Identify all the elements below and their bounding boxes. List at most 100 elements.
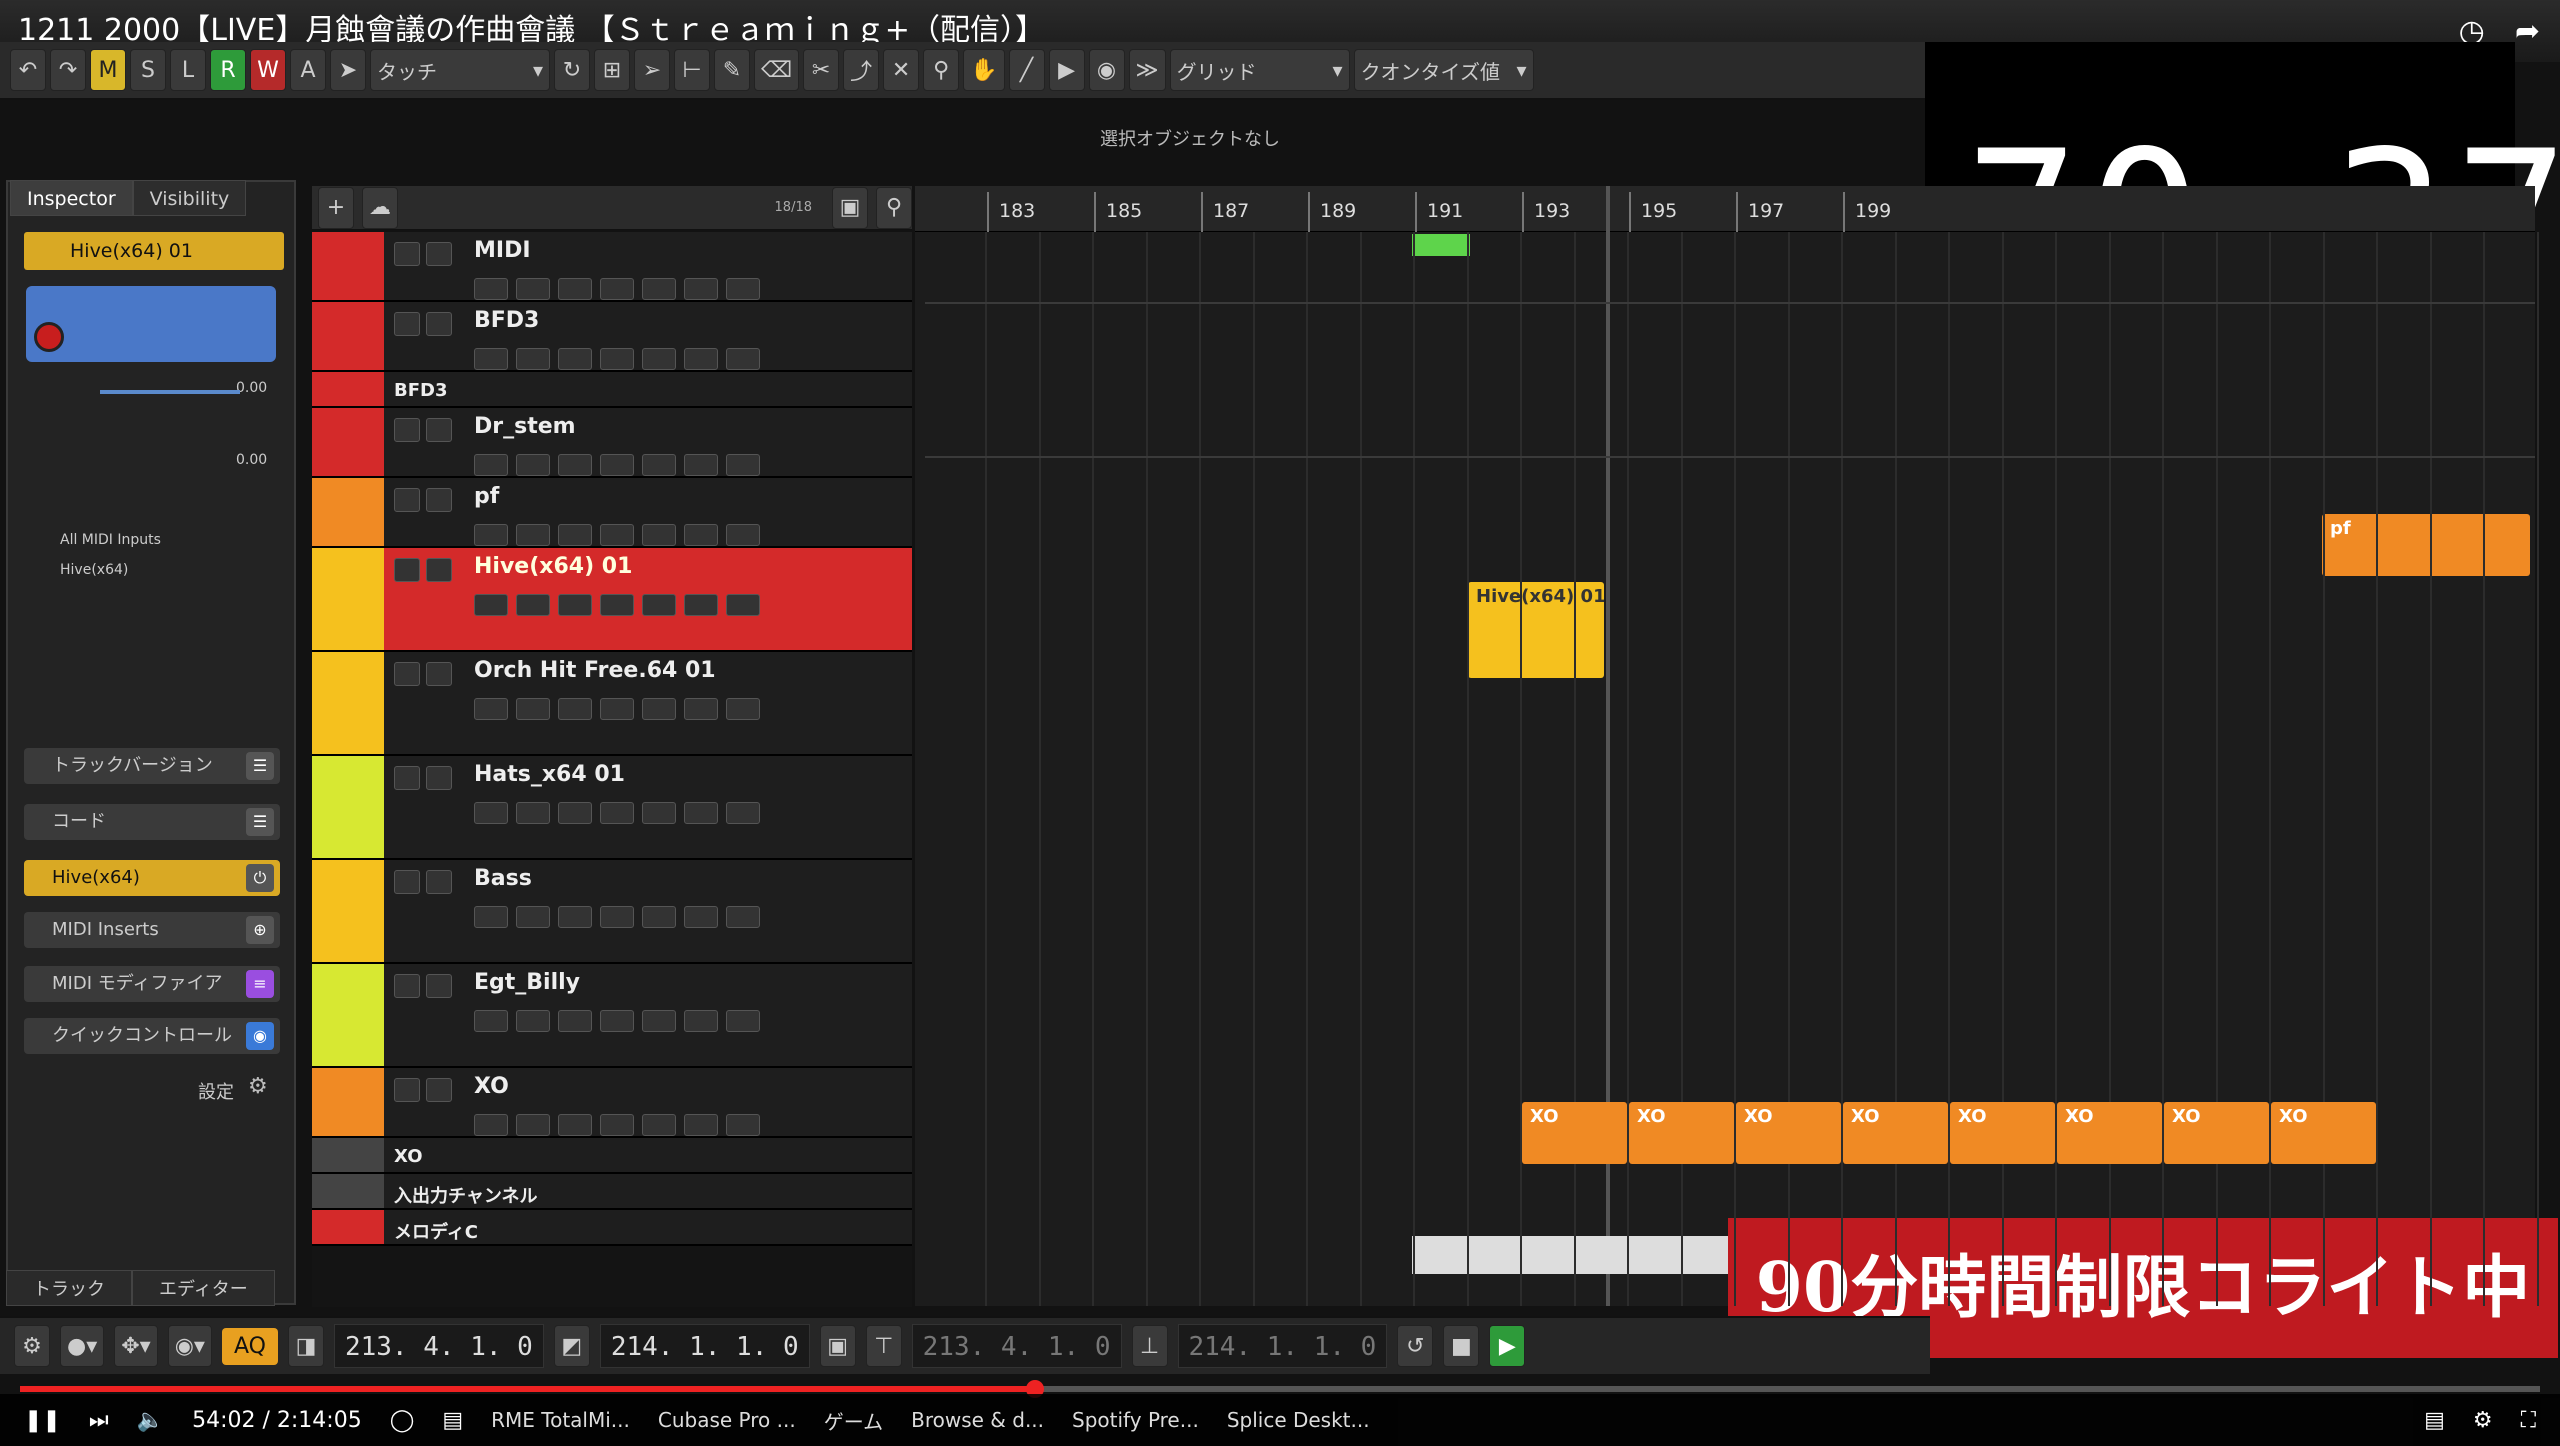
track-control-button[interactable] bbox=[474, 278, 508, 300]
right-locator-value[interactable]: 214. 1. 1. 0 bbox=[599, 1324, 810, 1368]
track-name[interactable]: BFD3 bbox=[474, 308, 539, 333]
track-control-button[interactable] bbox=[642, 802, 676, 824]
track-control-button[interactable] bbox=[558, 524, 592, 546]
solo-button[interactable]: S bbox=[130, 49, 166, 91]
track-row[interactable]: Hats_x64 01 bbox=[312, 756, 912, 860]
solo-button[interactable] bbox=[426, 312, 452, 336]
cycle-mode-icon[interactable]: ✥▾ bbox=[114, 1325, 158, 1367]
track-name[interactable]: pf bbox=[474, 484, 499, 509]
track-control-button[interactable] bbox=[558, 906, 592, 928]
track-control-button[interactable] bbox=[684, 698, 718, 720]
mute-button[interactable] bbox=[394, 870, 420, 894]
track-control-button[interactable] bbox=[516, 524, 550, 546]
track-name[interactable]: MIDI bbox=[474, 238, 531, 263]
track-control-button[interactable] bbox=[600, 348, 634, 370]
track-control-button[interactable] bbox=[558, 278, 592, 300]
solo-button[interactable] bbox=[426, 1078, 452, 1102]
track-control-button[interactable] bbox=[642, 906, 676, 928]
glue-tool-icon[interactable]: ⤴ bbox=[843, 49, 880, 91]
left-locator-icon[interactable]: ◨ bbox=[287, 1325, 324, 1367]
track-row[interactable]: XO bbox=[312, 1138, 912, 1174]
track-control-button[interactable] bbox=[684, 1114, 718, 1136]
punch-out-value[interactable]: 214. 1. 1. 0 bbox=[1177, 1324, 1388, 1368]
track-control-button[interactable] bbox=[516, 906, 550, 928]
volume-slider[interactable] bbox=[100, 390, 240, 394]
settings-icon[interactable]: ⚙ bbox=[14, 1325, 50, 1367]
track-name[interactable]: Hats_x64 01 bbox=[474, 762, 625, 787]
record-mode-icon[interactable]: ●▾ bbox=[60, 1325, 105, 1367]
mute-button[interactable] bbox=[394, 312, 420, 336]
track-control-button[interactable] bbox=[642, 1010, 676, 1032]
quantize-mode-icon[interactable]: ◉▾ bbox=[167, 1325, 212, 1367]
track-row[interactable]: Dr_stem bbox=[312, 408, 912, 478]
cycle-marker[interactable] bbox=[1412, 234, 1470, 256]
mute-button[interactable] bbox=[394, 974, 420, 998]
mute-button[interactable] bbox=[394, 242, 420, 266]
event-xo[interactable]: XO bbox=[2164, 1102, 2269, 1164]
track-control-button[interactable] bbox=[474, 524, 508, 546]
sync-icon[interactable]: ↻ bbox=[554, 49, 590, 91]
track-control-button[interactable] bbox=[684, 524, 718, 546]
event-xo[interactable]: XO bbox=[2057, 1102, 2162, 1164]
search-icon[interactable]: ⚲ bbox=[876, 186, 912, 229]
line-tool-icon[interactable]: ╱ bbox=[1008, 49, 1045, 91]
range-tool-icon[interactable]: ⊢ bbox=[674, 49, 710, 91]
track-control-button[interactable] bbox=[600, 906, 634, 928]
mute-button[interactable] bbox=[394, 662, 420, 686]
track-name[interactable]: Egt_Billy bbox=[474, 970, 580, 995]
mute-button[interactable] bbox=[394, 488, 420, 512]
punch-in-icon[interactable]: ▣ bbox=[819, 1325, 856, 1367]
track-control-button[interactable] bbox=[558, 698, 592, 720]
mute-button[interactable] bbox=[394, 418, 420, 442]
event-xo[interactable]: XO bbox=[1843, 1102, 1948, 1164]
grid-type-dropdown[interactable]: グリッド ▾ bbox=[1169, 49, 1350, 91]
track-control-button[interactable] bbox=[600, 278, 634, 300]
tab-editor[interactable]: エディター bbox=[132, 1270, 275, 1306]
track-control-button[interactable] bbox=[516, 454, 550, 476]
track-control-button[interactable] bbox=[516, 1010, 550, 1032]
solo-button[interactable] bbox=[426, 974, 452, 998]
cycle-icon[interactable]: ↺ bbox=[1397, 1325, 1434, 1367]
event-xo[interactable]: XO bbox=[2271, 1102, 2376, 1164]
track-name[interactable]: XO bbox=[394, 1146, 423, 1167]
track-control-button[interactable] bbox=[474, 454, 508, 476]
track-control-button[interactable] bbox=[642, 524, 676, 546]
track-control-button[interactable] bbox=[474, 1114, 508, 1136]
record-enable-button[interactable] bbox=[34, 322, 64, 352]
track-control-button[interactable] bbox=[600, 1010, 634, 1032]
solo-button[interactable] bbox=[426, 558, 452, 582]
play-tool-icon[interactable]: ▶ bbox=[1048, 49, 1085, 91]
track-control-button[interactable] bbox=[684, 802, 718, 824]
track-row[interactable]: メロディC bbox=[312, 1210, 912, 1246]
track-control-button[interactable] bbox=[684, 1010, 718, 1032]
share-icon[interactable]: ➦ bbox=[2515, 14, 2540, 49]
track-control-button[interactable] bbox=[684, 278, 718, 300]
track-row[interactable]: XO bbox=[312, 1068, 912, 1138]
track-row[interactable]: Bass bbox=[312, 860, 912, 964]
mute-button[interactable] bbox=[394, 766, 420, 790]
track-control-button[interactable] bbox=[726, 1114, 760, 1136]
track-control-button[interactable] bbox=[684, 454, 718, 476]
track-control-button[interactable] bbox=[684, 348, 718, 370]
punch-in-value[interactable]: 213. 4. 1. 0 bbox=[911, 1324, 1122, 1368]
redo-icon[interactable]: ↷ bbox=[50, 49, 86, 91]
track-control-button[interactable] bbox=[516, 348, 550, 370]
section-midi-modifiers[interactable]: MIDI モディファイア ≡ bbox=[24, 966, 280, 1002]
track-control-button[interactable] bbox=[474, 802, 508, 824]
track-control-button[interactable] bbox=[726, 802, 760, 824]
track-control-button[interactable] bbox=[516, 802, 550, 824]
event-xo[interactable]: XO bbox=[1950, 1102, 2055, 1164]
track-control-button[interactable] bbox=[516, 698, 550, 720]
a-button[interactable]: A bbox=[290, 49, 326, 91]
automation-mode-dropdown[interactable]: タッチ ▾ bbox=[370, 49, 550, 91]
hand-tool-icon[interactable]: ✋ bbox=[963, 49, 1005, 91]
track-control-button[interactable] bbox=[726, 454, 760, 476]
solo-button[interactable] bbox=[426, 870, 452, 894]
track-name[interactable]: メロディC bbox=[394, 1218, 478, 1244]
track-name[interactable]: XO bbox=[474, 1074, 509, 1099]
track-control-button[interactable] bbox=[516, 1114, 550, 1136]
track-control-button[interactable] bbox=[600, 1114, 634, 1136]
track-row[interactable]: Orch Hit Free.64 01 bbox=[312, 652, 912, 756]
pointer-tool-icon[interactable]: ➢ bbox=[634, 49, 670, 91]
punch-out-icon[interactable]: ⊤ bbox=[865, 1325, 902, 1367]
